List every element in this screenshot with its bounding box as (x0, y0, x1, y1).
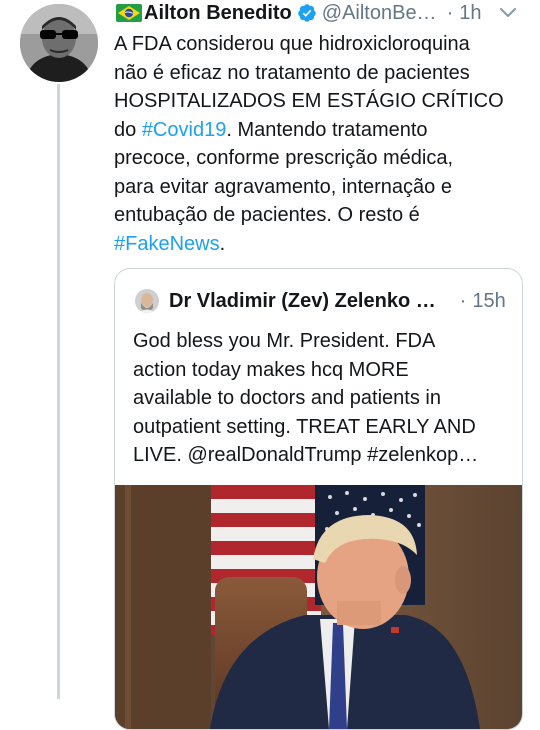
tweet-text-line: não é eficaz no tratamento de pacientes (114, 61, 470, 84)
separator-dot: · (446, 2, 454, 24)
quoted-text-line: God bless you Mr. President. FDA (133, 330, 436, 352)
quoted-text-line: outpatient setting. TREAT EARLY AND (133, 415, 476, 438)
quoted-tweet-photo[interactable] (115, 485, 522, 729)
tweet-text-line: . (219, 232, 226, 255)
tweet-timestamp[interactable]: 1h (459, 0, 481, 26)
author-handle[interactable]: @AiltonBe… (322, 0, 437, 26)
hashtag-fakenews[interactable]: #FakeNews (114, 233, 220, 255)
tweet-text-line: para evitar agravamento, internação e (114, 175, 452, 198)
quoted-tweet-card[interactable]: Dr Vladimir (Zev) Zelenko … · 15h God bl… (114, 268, 523, 730)
quoted-avatar[interactable] (135, 289, 159, 313)
quoted-text-line: available to doctors and patients in (133, 387, 441, 409)
quoted-tweet-header: Dr Vladimir (Zev) Zelenko … · 15h (135, 287, 515, 315)
verified-badge-icon (298, 4, 316, 22)
tweet-text-line: HOSPITALIZADOS EM ESTÁGIO CRÍTICO (114, 90, 504, 112)
tweet-text-line: precoce, conforme prescrição médica, (114, 147, 454, 169)
tweet-text: A FDA considerou que hidroxicloroquina n… (114, 30, 514, 258)
tweet-text-line: . Mantendo tratamento (226, 118, 428, 141)
chevron-down-icon[interactable] (498, 2, 518, 22)
tweet-text-line: entubação de pacientes. O resto é (114, 204, 420, 226)
tweet-text-line: A FDA considerou que hidroxicloroquina (114, 33, 470, 55)
quoted-text-line: action today makes hcq MORE (133, 358, 409, 381)
hashtag-covid19[interactable]: #Covid19 (142, 119, 227, 141)
separator-dot: · (459, 289, 467, 312)
thread-line (57, 84, 60, 699)
quoted-tweet-text: God bless you Mr. President. FDA action … (133, 327, 513, 470)
tweet-text-line: do (114, 118, 142, 141)
quoted-timestamp[interactable]: 15h (472, 290, 505, 313)
brazil-flag-icon (116, 4, 142, 22)
quoted-text-line: LIVE. @realDonaldTrump #zelenkop… (133, 444, 479, 466)
avatar[interactable] (20, 4, 98, 82)
tweet-header: Ailton Benedito @AiltonBe… · 1h (116, 0, 540, 26)
quoted-author-name[interactable]: Dr Vladimir (Zev) Zelenko … (169, 290, 436, 313)
author-name[interactable]: Ailton Benedito (144, 0, 292, 26)
